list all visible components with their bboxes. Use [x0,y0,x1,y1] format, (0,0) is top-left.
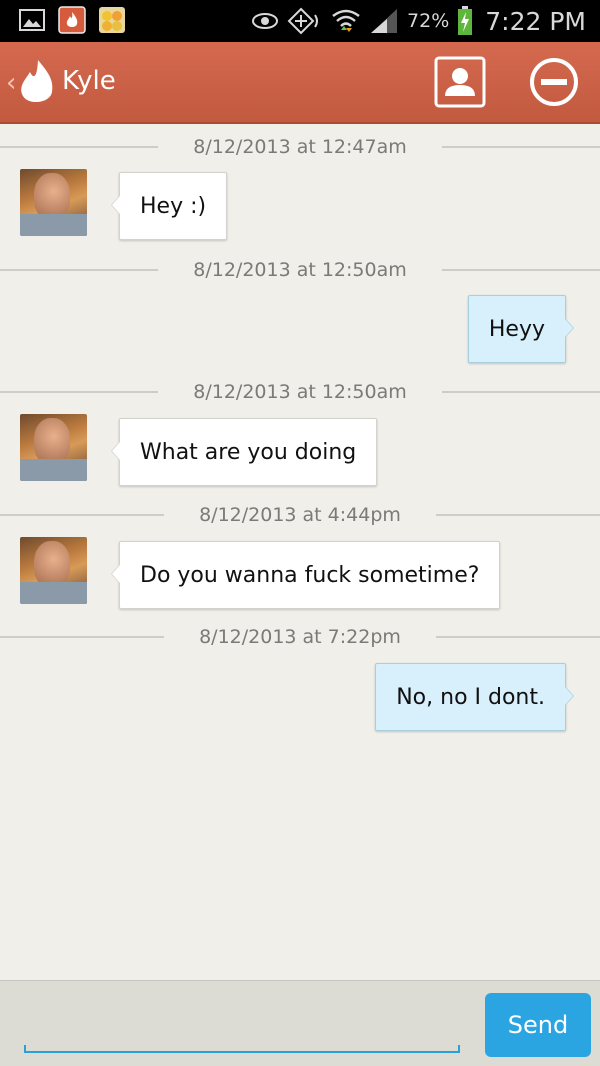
signal-icon [371,9,398,33]
outgoing-message[interactable]: No, no I dont. [375,663,574,731]
outgoing-message[interactable]: Heyy [467,295,575,363]
message-text: No, no I dont. [396,684,545,710]
timestamp-divider: 8/12/2013 at 12:47am [0,131,600,161]
incoming-message[interactable]: What are you doing [110,418,378,486]
avatar[interactable] [20,414,87,481]
contact-name[interactable]: Kyle [62,66,116,96]
battery-charging-icon [458,6,473,35]
timestamp-divider: 8/12/2013 at 7:22pm [0,621,600,651]
input-underline-corner [458,1045,460,1053]
message-composer: Send [0,980,600,1066]
incoming-message[interactable]: Do you wanna fuck sometime? [110,541,501,609]
timestamp-divider: 8/12/2013 at 12:50am [0,376,600,406]
incoming-message[interactable]: Hey :) [110,172,228,240]
message-input[interactable] [24,991,460,1053]
input-underline-corner [24,1045,26,1053]
emoji-app-icon [99,7,125,33]
conversation-header: ‹ Kyle [0,42,600,124]
timestamp-divider: 8/12/2013 at 12:50am [0,254,600,284]
gallery-icon [19,9,45,31]
timestamp-divider: 8/12/2013 at 4:44pm [0,499,600,529]
send-button[interactable]: Send [485,993,591,1057]
flame-icon[interactable] [18,58,56,108]
message-text: Hey :) [140,193,207,219]
nfc-icon [287,7,319,35]
tinder-notification-icon [58,6,86,34]
status-bar: 72% 7:22 PM [0,0,600,42]
message-text: Heyy [488,316,545,342]
back-chevron-icon[interactable]: ‹ [6,68,16,98]
block-icon[interactable] [528,56,580,108]
avatar[interactable] [20,169,87,236]
profile-icon[interactable] [434,56,486,108]
clock: 7:22 PM [485,6,586,36]
message-list[interactable]: 8/12/2013 at 12:47am Hey :) 8/12/2013 at… [0,124,600,980]
avatar[interactable] [20,537,87,604]
eye-icon [252,13,279,29]
battery-percentage: 72% [407,10,450,32]
message-text: What are you doing [140,439,357,465]
wifi-icon [332,9,360,32]
message-text: Do you wanna fuck sometime? [140,562,480,588]
